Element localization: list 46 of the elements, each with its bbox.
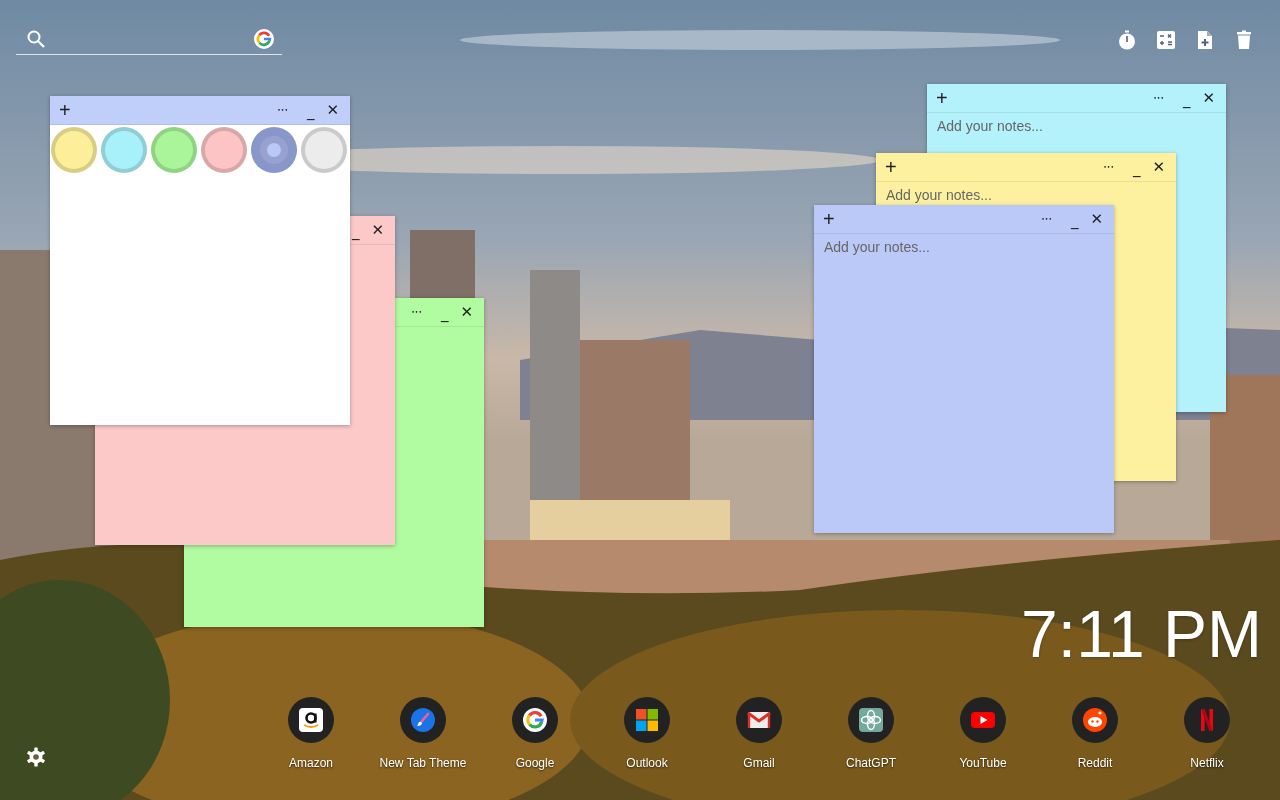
add-note-button[interactable]: + xyxy=(882,156,900,178)
close-button[interactable]: ✕ xyxy=(457,301,476,323)
add-note-button[interactable]: + xyxy=(56,99,74,121)
note-field[interactable]: Add your notes... xyxy=(876,182,1176,204)
settings-icon[interactable] xyxy=(26,747,46,767)
amazon-logo-icon xyxy=(298,707,324,733)
alien-face-icon xyxy=(1082,707,1108,733)
microsoft-logo-icon xyxy=(634,707,660,733)
minimize-button[interactable]: _ xyxy=(1067,208,1082,230)
shortcut-link[interactable]: Gmail xyxy=(703,697,815,770)
shortcut-link[interactable]: Google xyxy=(479,697,591,770)
stopwatch-icon[interactable] xyxy=(1117,29,1137,50)
color-swatch[interactable] xyxy=(201,127,247,173)
minimize-button[interactable]: _ xyxy=(348,219,363,241)
add-note-button[interactable]: + xyxy=(820,208,838,230)
minimize-button[interactable]: _ xyxy=(437,301,452,323)
close-button[interactable]: ✕ xyxy=(1087,208,1106,230)
knot-logo-icon xyxy=(858,707,884,733)
close-button[interactable]: ✕ xyxy=(368,219,387,241)
brush-icon xyxy=(410,707,436,733)
color-swatch[interactable] xyxy=(301,127,347,173)
add-note-button[interactable]: + xyxy=(933,87,951,109)
close-button[interactable]: ✕ xyxy=(323,99,342,121)
search-icon xyxy=(26,29,46,49)
google-logo-icon xyxy=(522,707,548,733)
shortcut-link[interactable]: YouTube xyxy=(927,697,1039,770)
color-swatch[interactable] xyxy=(151,127,197,173)
shortcut-link[interactable]: ChatGPT xyxy=(815,697,927,770)
color-swatch[interactable] xyxy=(101,127,147,173)
shortcut-link[interactable]: Netflix xyxy=(1151,697,1263,770)
shortcut-link[interactable]: Amazon xyxy=(255,697,367,770)
clock-time: 7:11 PM xyxy=(1021,601,1262,667)
note-field[interactable]: Add your notes... xyxy=(814,234,1114,256)
minimize-button[interactable]: _ xyxy=(303,99,318,121)
minimize-button[interactable]: _ xyxy=(1179,87,1194,109)
shortcut-link[interactable]: New Tab Theme xyxy=(367,697,479,770)
google-logo-icon[interactable] xyxy=(254,29,274,49)
close-button[interactable]: ✕ xyxy=(1199,87,1218,109)
shortcut-link[interactable]: Outlook xyxy=(591,697,703,770)
minimize-button[interactable]: _ xyxy=(1129,156,1144,178)
color-swatch[interactable] xyxy=(51,127,97,173)
note-field[interactable]: Add your notes... xyxy=(927,113,1226,135)
close-button[interactable]: ✕ xyxy=(1149,156,1168,178)
trash-icon[interactable] xyxy=(1234,29,1254,50)
color-swatch[interactable] xyxy=(251,127,297,173)
shortcut-link[interactable]: Reddit xyxy=(1039,697,1151,770)
